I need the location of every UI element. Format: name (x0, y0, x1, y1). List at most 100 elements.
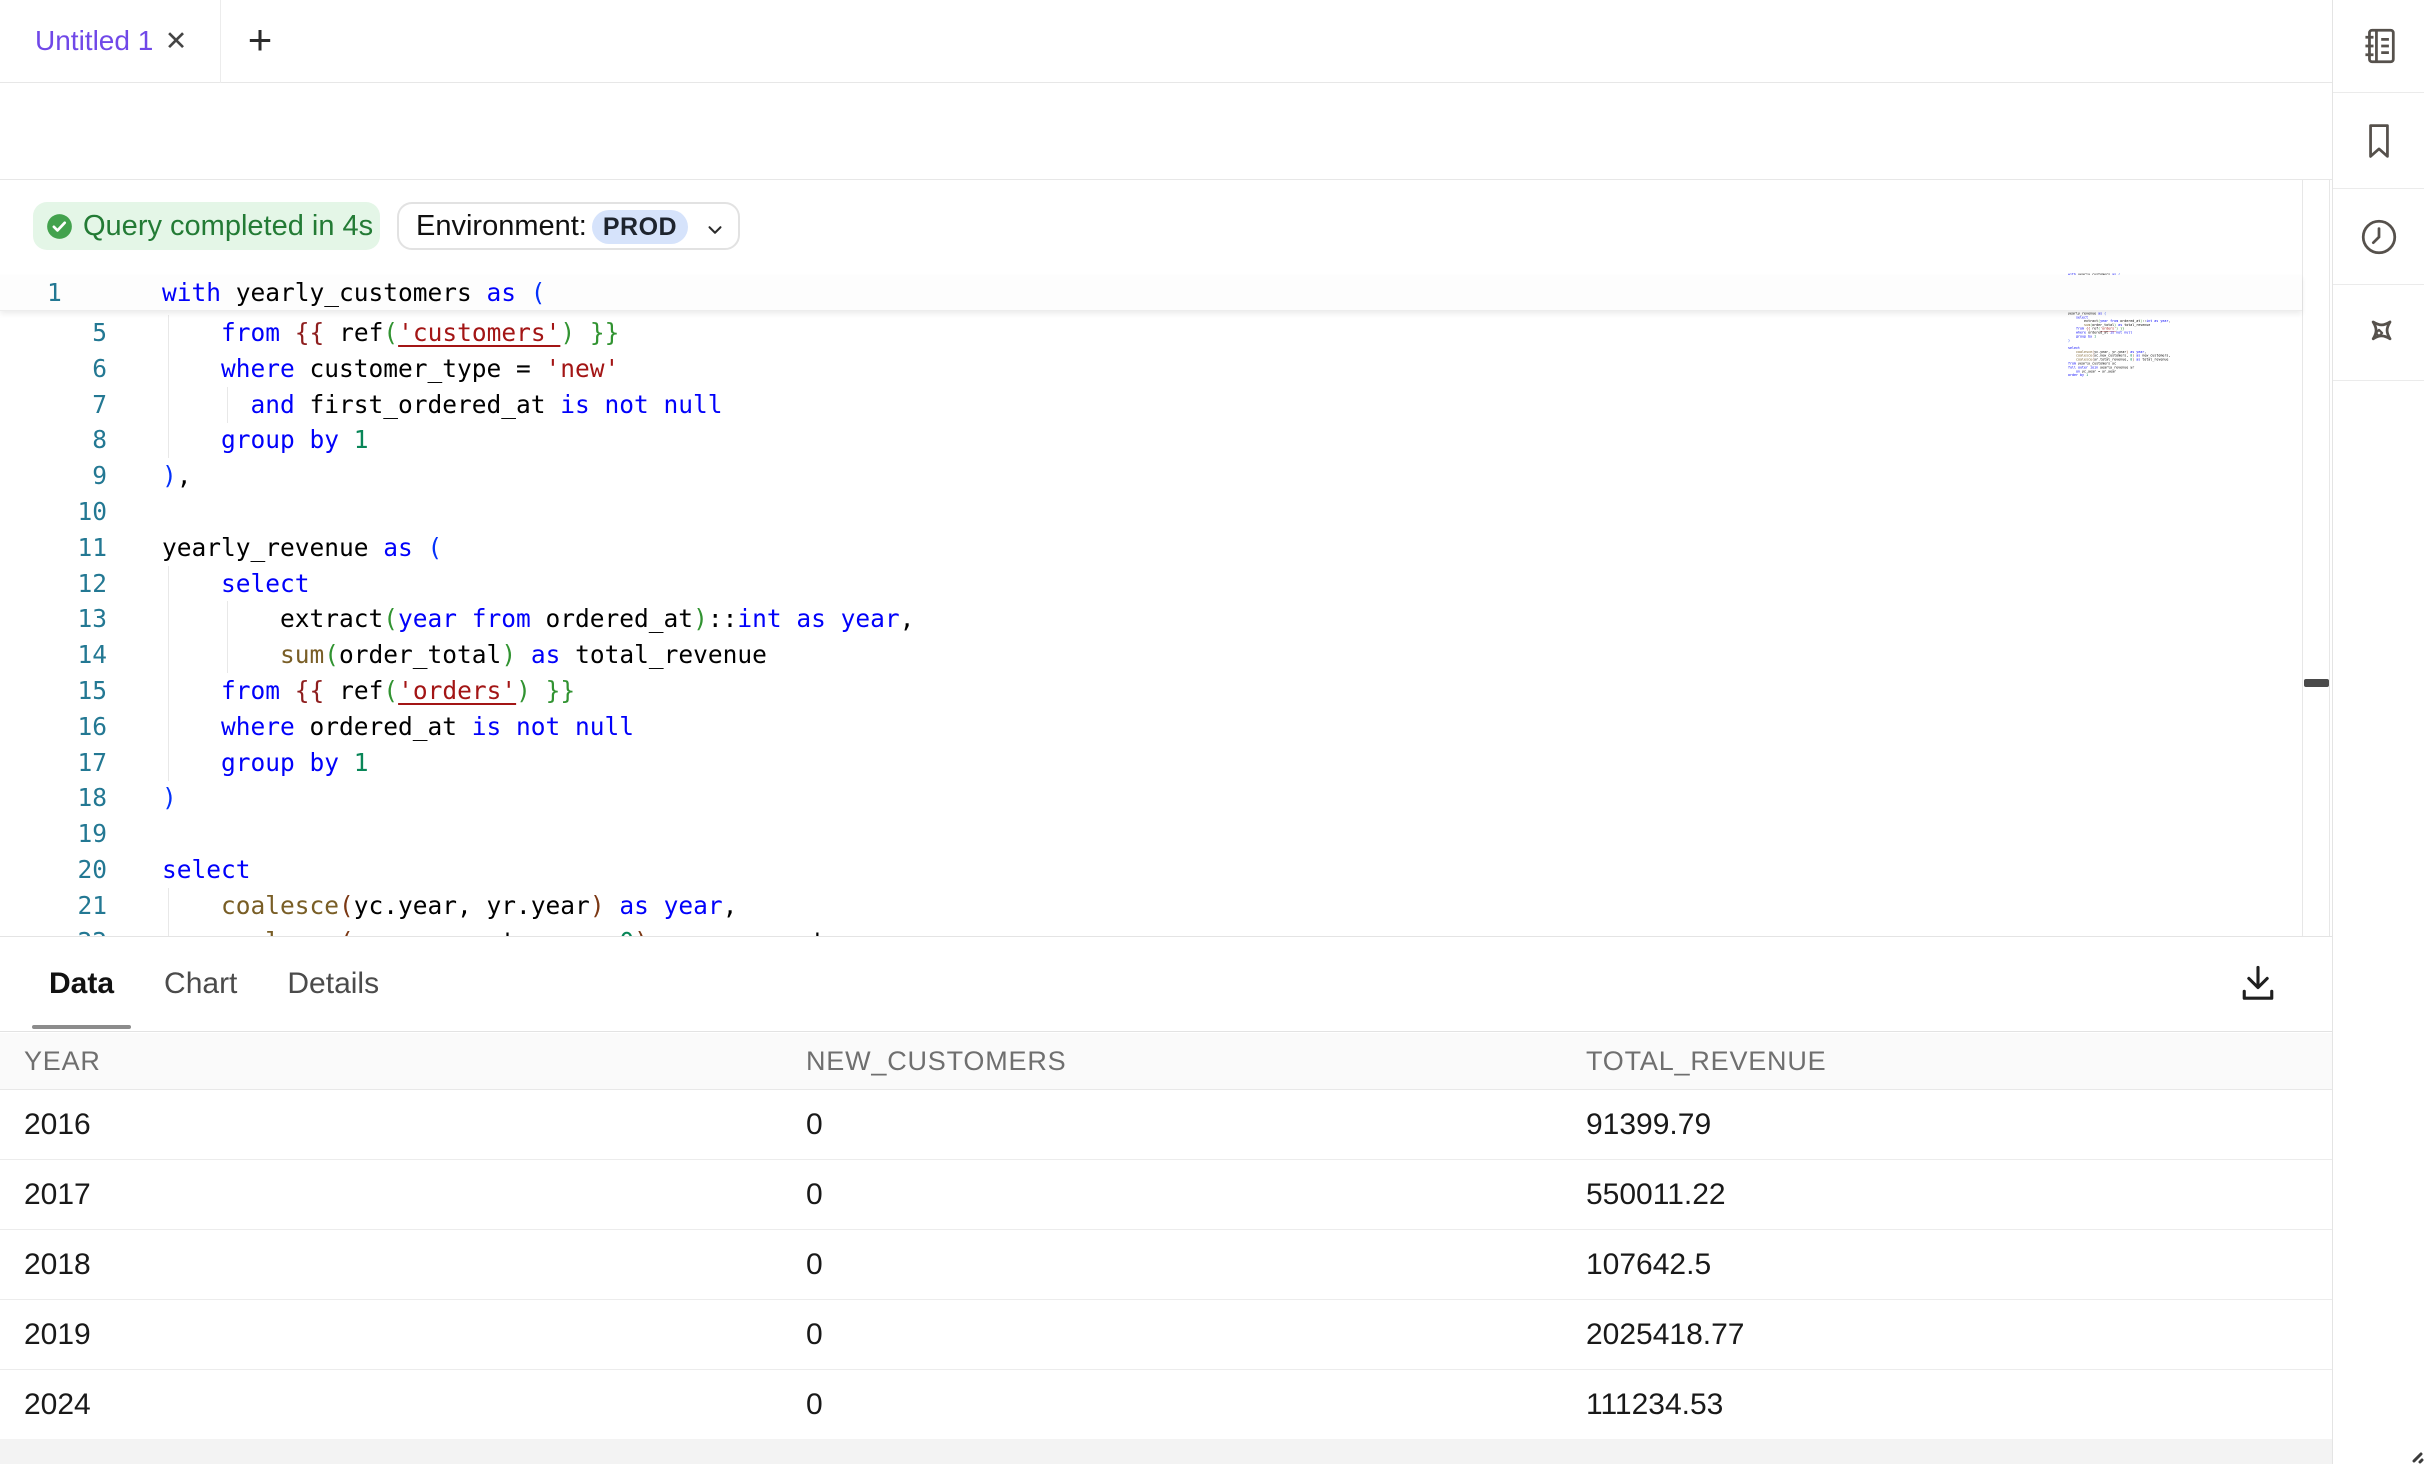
download-icon (2236, 961, 2280, 1005)
table-cell: 0 (782, 1248, 1562, 1282)
code-line[interactable]: 11 yearly_revenue as ( (0, 530, 2302, 566)
code-text: extract(year from ordered_at)::int as ye… (162, 601, 914, 637)
tab-details[interactable]: Details (270, 937, 396, 1031)
code-line[interactable]: 9), (0, 458, 2302, 494)
tab-data[interactable]: Data (32, 937, 131, 1031)
code-text: group by 1 (162, 745, 369, 781)
tab-chart-label: Chart (164, 967, 237, 1001)
code-text: where ordered_at is not null (162, 709, 634, 745)
code-line[interactable]: 1 with yearly_customers as ( (0, 275, 2302, 311)
code-text: select (162, 566, 310, 602)
code-line[interactable]: 14 sum(order_total) as total_revenue (0, 637, 2302, 673)
code-line[interactable]: 13 extract(year from ordered_at)::int as… (0, 601, 2302, 637)
sidebar-item-history[interactable] (2333, 189, 2424, 285)
environment-label: Environment: (416, 204, 587, 249)
line-number: 5 (0, 315, 107, 351)
code-line[interactable]: 8 group by 1 (0, 422, 2302, 458)
tab-chart[interactable]: Chart (147, 937, 254, 1031)
success-check-icon (46, 213, 73, 240)
tab-untitled-1[interactable]: Untitled 1 ✕ (0, 0, 221, 83)
code-text: sum(order_total) as total_revenue (162, 637, 767, 673)
resize-grip[interactable] (2404, 1444, 2424, 1464)
line-number: 20 (0, 852, 107, 888)
code-text: select (162, 852, 251, 888)
results-tab-bar: Data Chart Details (0, 937, 2332, 1032)
code-text: coalesce(yc.new_customers, 0) as new_cus… (162, 924, 914, 936)
code-line[interactable]: 22 coalesce(yc.new_customers, 0) as new_… (0, 924, 2302, 936)
code-line[interactable]: 15 from {{ ref('orders') }} (0, 673, 2302, 709)
code-line[interactable]: 6 where customer_type = 'new' (0, 351, 2302, 387)
notebook-icon (2357, 24, 2401, 68)
sidebar-item-notebook[interactable] (2333, 0, 2424, 93)
right-panel-gutter (2302, 180, 2330, 936)
table-row: 20180107642.5 (0, 1230, 2332, 1300)
close-tab-icon[interactable]: ✕ (156, 0, 196, 82)
code-line[interactable]: 17 group by 1 (0, 745, 2302, 781)
sql-editor[interactable]: Query completed in 4s Environment: PROD … (0, 180, 2330, 936)
code-line[interactable]: 12 select (0, 566, 2302, 602)
code-line[interactable]: 7 and first_ordered_at is not null (0, 387, 2302, 423)
table-header-row: YEAR NEW_CUSTOMERS TOTAL_REVENUE (0, 1033, 2332, 1090)
table-row: 201902025418.77 (0, 1300, 2332, 1370)
code-line[interactable]: 16 where ordered_at is not null (0, 709, 2302, 745)
line-number: 18 (0, 780, 107, 816)
table-cell: 2016 (0, 1108, 782, 1142)
new-tab-button[interactable]: + (236, 0, 284, 80)
table-cell: 0 (782, 1318, 1562, 1352)
toolbar: Develop Run (0, 83, 2332, 180)
panel-resize-handle[interactable] (2304, 679, 2329, 687)
code-line[interactable]: 20 select (0, 852, 2302, 888)
table-cell: 2019 (0, 1318, 782, 1352)
table-cell: 107642.5 (1562, 1248, 2332, 1282)
sticky-scroll-line[interactable]: 1 with yearly_customers as ( (0, 275, 2302, 311)
table-cell: 111234.53 (1562, 1388, 2332, 1422)
line-number: 1 (0, 275, 62, 311)
table-cell: 2024 (0, 1388, 782, 1422)
code-lines[interactable]: 5 from {{ ref('customers') }}6 where cus… (0, 315, 2302, 936)
right-sidebar (2332, 0, 2424, 1464)
line-number: 11 (0, 530, 107, 566)
line-number: 17 (0, 745, 107, 781)
code-text: and first_ordered_at is not null (162, 387, 723, 423)
code-line[interactable]: 10 (0, 494, 2302, 530)
table-row: 20170550011.22 (0, 1160, 2332, 1230)
code-line[interactable]: 18) (0, 780, 2302, 816)
sidebar-item-copilot[interactable] (2333, 285, 2424, 381)
code-text: ), (162, 458, 192, 494)
table-cell: 0 (782, 1108, 1562, 1142)
sidebar-item-bookmarks[interactable] (2333, 93, 2424, 189)
code-line[interactable]: 19 (0, 816, 2302, 852)
code-text: yearly_revenue as ( (162, 530, 442, 566)
table-cell: 2018 (0, 1248, 782, 1282)
code-text: from {{ ref('customers') }} (162, 315, 619, 351)
table-cell: 2017 (0, 1178, 782, 1212)
tab-data-label: Data (49, 967, 114, 1001)
line-number: 14 (0, 637, 107, 673)
table-cell: 0 (782, 1178, 1562, 1212)
column-header-new-customers: NEW_CUSTOMERS (782, 1046, 1562, 1077)
tab-details-label: Details (287, 967, 379, 1001)
code-text: ) (162, 780, 177, 816)
line-number: 7 (0, 387, 107, 423)
code-line[interactable]: 5 from {{ ref('customers') }} (0, 315, 2302, 351)
table-cell: 91399.79 (1562, 1108, 2332, 1142)
table-cell: 0 (782, 1388, 1562, 1422)
copilot-icon (2357, 311, 2401, 355)
environment-selector[interactable]: Environment: PROD (397, 202, 740, 250)
line-number: 15 (0, 673, 107, 709)
tab-title: Untitled 1 (35, 0, 153, 82)
code-text: with yearly_customers as ( (162, 275, 546, 311)
line-number: 6 (0, 351, 107, 387)
download-button[interactable] (2236, 961, 2280, 1005)
code-line[interactable]: 21 coalesce(yc.year, yr.year) as year, (0, 888, 2302, 924)
line-number: 12 (0, 566, 107, 602)
table-body: 2016091399.7920170550011.2220180107642.5… (0, 1090, 2332, 1440)
line-number: 22 (0, 924, 107, 936)
column-header-total-revenue: TOTAL_REVENUE (1562, 1046, 2332, 1077)
line-number: 13 (0, 601, 107, 637)
table-footer-strip (0, 1439, 2332, 1464)
line-number: 9 (0, 458, 107, 494)
line-number: 10 (0, 494, 107, 530)
code-text: group by 1 (162, 422, 369, 458)
tab-bar: Untitled 1 ✕ + (0, 0, 2332, 83)
